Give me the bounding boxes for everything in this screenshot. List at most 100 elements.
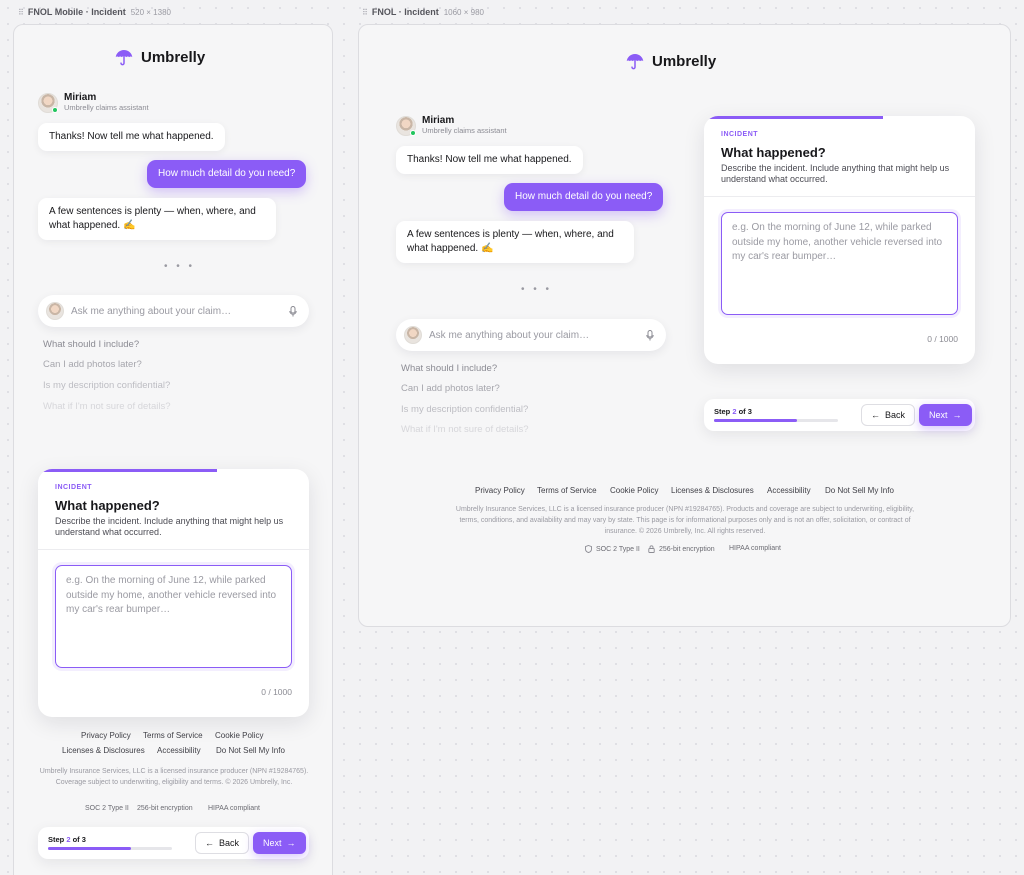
brand: Umbrelly <box>115 49 205 66</box>
badge-soc2: SOC 2 Type II <box>585 545 640 553</box>
agent-role: Umbrelly claims assistant <box>422 126 507 135</box>
footer-legal-text: Umbrelly Insurance Services, LLC is a li… <box>39 768 309 786</box>
frame-label-desktop: ⠿ FNOL · Incident 1060 × 980 <box>362 7 484 17</box>
drag-grip-icon[interactable]: ⠿ <box>362 8 368 17</box>
desktop-frame: Umbrelly Miriam Umbrelly claims assistan… <box>358 24 1011 627</box>
microphone-icon[interactable] <box>644 328 656 342</box>
footer-link-cookies[interactable]: Cookie Policy <box>610 486 658 495</box>
suggestion-item[interactable]: Is my description confidential? <box>43 380 170 392</box>
character-counter: 0 / 1000 <box>927 334 958 344</box>
ask-bar <box>396 319 666 351</box>
suggestion-item[interactable]: What if I'm not sure of details? <box>43 401 170 413</box>
agent-avatar <box>396 115 416 136</box>
footer-link-terms[interactable]: Terms of Service <box>143 731 203 740</box>
suggestion-item[interactable]: Can I add photos later? <box>401 383 500 395</box>
agent-message: A few sentences is plenty — when, where,… <box>396 221 634 263</box>
footer-link-licenses[interactable]: Licenses & Disclosures <box>62 746 145 755</box>
footer-link-licenses[interactable]: Licenses & Disclosures <box>671 486 754 495</box>
suggestion-item[interactable]: What if I'm not sure of details? <box>401 424 528 436</box>
agent-name: Miriam <box>422 115 455 126</box>
incident-card: INCIDENT What happened? Describe the inc… <box>704 116 975 364</box>
arrow-left-icon: ← <box>871 410 880 420</box>
card-description: Describe the incident. Include anything … <box>721 163 950 184</box>
frame-dims: 1060 × 980 <box>443 7 484 17</box>
footer-legal-text: Umbrelly Insurance Services, LLC is a li… <box>455 506 915 535</box>
arrow-right-icon: → <box>286 838 296 848</box>
footer-link-privacy[interactable]: Privacy Policy <box>81 731 131 740</box>
arrow-right-icon: → <box>952 410 962 420</box>
suggestion-item[interactable]: Can I add photos later? <box>43 359 142 371</box>
ask-input[interactable] <box>71 305 280 317</box>
agent-avatar <box>404 326 422 344</box>
suggestion-item[interactable]: What should I include? <box>401 363 497 375</box>
badge-encryption: 256-bit encryption <box>137 805 193 812</box>
back-button[interactable]: ← Back <box>861 404 916 426</box>
footer-link-do-not-sell[interactable]: Do Not Sell My Info <box>825 486 894 495</box>
step-progress-fill <box>48 847 131 850</box>
card-title: What happened? <box>721 145 826 160</box>
next-button[interactable]: Next → <box>253 832 306 854</box>
user-message: How much detail do you need? <box>504 183 664 211</box>
typing-indicator: • • • <box>164 261 196 272</box>
badge-soc2: SOC 2 Type II <box>85 805 129 812</box>
step-indicator: Step 2 of 3 <box>714 407 752 416</box>
frame-label-mobile: ⠿ FNOL Mobile · Incident 520 × 1380 <box>18 7 171 17</box>
step-progress-fill <box>714 419 797 422</box>
footer-link-accessibility[interactable]: Accessibility <box>767 486 811 495</box>
frame-dims: 520 × 1380 <box>130 7 171 17</box>
online-indicator <box>52 106 58 113</box>
umbrella-icon <box>626 54 644 70</box>
agent-name: Miriam <box>64 92 97 103</box>
step-navigation: Step 2 of 3 ← Back Next → <box>704 399 975 431</box>
next-button[interactable]: Next → <box>919 404 972 426</box>
brand-name: Umbrelly <box>141 49 206 66</box>
footer-link-terms[interactable]: Terms of Service <box>537 486 597 495</box>
ask-bar <box>38 295 309 327</box>
card-divider <box>704 196 975 197</box>
incident-textarea[interactable] <box>55 565 292 668</box>
step-progress-track <box>714 419 838 422</box>
footer-link-cookies[interactable]: Cookie Policy <box>215 731 263 740</box>
card-description: Describe the incident. Include anything … <box>55 516 284 537</box>
card-divider <box>38 549 309 550</box>
suggestion-item[interactable]: Is my description confidential? <box>401 404 528 416</box>
suggestion-item[interactable]: What should I include? <box>43 339 139 351</box>
agent-avatar <box>46 302 64 320</box>
agent-message: Thanks! Now tell me what happened. <box>38 123 225 151</box>
card-eyebrow: INCIDENT <box>721 131 759 138</box>
microphone-icon[interactable] <box>287 304 299 318</box>
lock-icon <box>648 545 655 553</box>
footer-link-accessibility[interactable]: Accessibility <box>157 746 201 755</box>
step-progress-track <box>48 847 172 850</box>
badge-hipaa: HIPAA compliant <box>729 545 782 552</box>
step-indicator: Step 2 of 3 <box>48 835 86 844</box>
brand-name: Umbrelly <box>652 53 717 70</box>
card-progress <box>704 116 883 119</box>
incident-card: INCIDENT What happened? Describe the inc… <box>38 469 309 717</box>
mobile-frame: Umbrelly Miriam Umbrelly claims assistan… <box>13 24 333 875</box>
agent-header: Miriam Umbrelly claims assistant <box>38 92 149 113</box>
ask-input[interactable] <box>429 329 637 341</box>
back-button[interactable]: ← Back <box>195 832 250 854</box>
umbrella-icon <box>115 50 133 66</box>
footer-link-privacy[interactable]: Privacy Policy <box>475 486 525 495</box>
agent-header: Miriam Umbrelly claims assistant <box>396 115 507 136</box>
footer-link-do-not-sell[interactable]: Do Not Sell My Info <box>216 746 285 755</box>
step-navigation: Step 2 of 3 ← Back Next → <box>38 827 309 859</box>
agent-avatar <box>38 92 58 113</box>
agent-message: Thanks! Now tell me what happened. <box>396 146 583 174</box>
user-message: How much detail do you need? <box>147 160 307 188</box>
agent-message: A few sentences is plenty — when, where,… <box>38 198 276 240</box>
badge-encryption: 256-bit encryption <box>648 545 715 553</box>
incident-textarea[interactable] <box>721 212 958 315</box>
drag-grip-icon[interactable]: ⠿ <box>18 8 24 17</box>
frame-name: FNOL Mobile · Incident <box>27 7 126 17</box>
shield-icon <box>585 545 592 553</box>
agent-role: Umbrelly claims assistant <box>64 103 149 112</box>
character-counter: 0 / 1000 <box>261 687 292 697</box>
online-indicator <box>410 129 416 136</box>
card-title: What happened? <box>55 498 160 513</box>
frame-name: FNOL · Incident <box>371 7 439 17</box>
brand: Umbrelly <box>626 53 716 70</box>
arrow-left-icon: ← <box>205 838 214 848</box>
